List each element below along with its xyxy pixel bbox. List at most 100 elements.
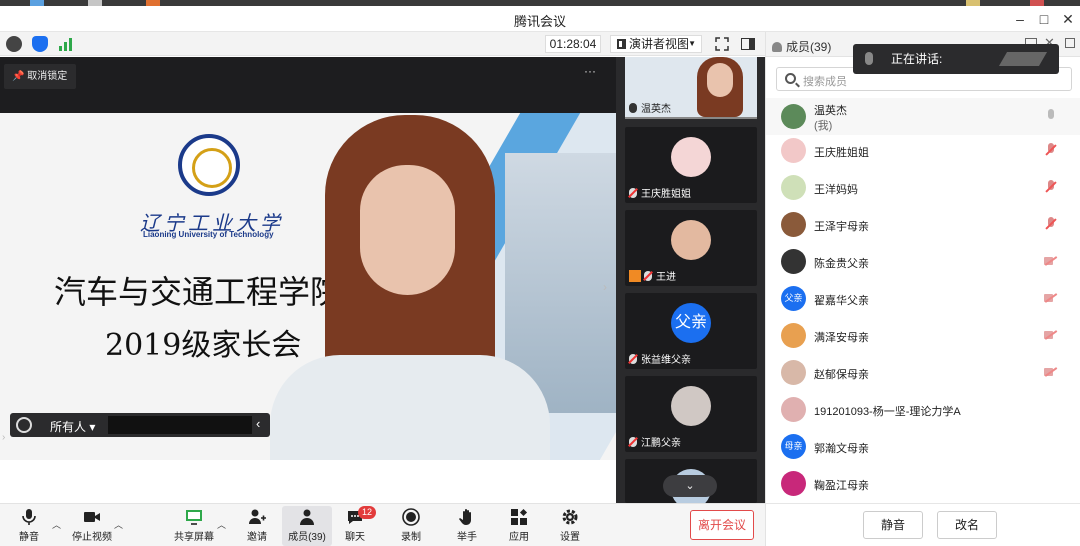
chat-label: 聊天 xyxy=(345,532,365,543)
collapse-chat-icon[interactable]: ‹ xyxy=(256,416,260,431)
settings-button[interactable]: 设置 xyxy=(545,506,595,546)
mute-all-button[interactable]: 静音 xyxy=(863,511,923,539)
chevron-right-icon[interactable]: › xyxy=(603,280,607,294)
camera-off-icon xyxy=(1044,256,1058,266)
thumbnail-self[interactable]: 温英杰 xyxy=(625,57,757,119)
mute-button[interactable]: 静音 xyxy=(4,506,54,546)
speaker-view-icon xyxy=(617,39,626,49)
member-name: 191201093-杨一坚-理论力学A xyxy=(814,406,961,418)
apps-label: 应用 xyxy=(509,532,529,543)
avatar xyxy=(781,138,806,163)
member-row[interactable]: 陈金贵父亲 xyxy=(766,243,1080,280)
close-icon[interactable]: ✕ xyxy=(1058,9,1078,29)
fullscreen-icon[interactable] xyxy=(714,36,730,52)
settings-label: 设置 xyxy=(560,532,580,543)
thumbnail[interactable]: 王庆胜姐姐 xyxy=(625,127,757,203)
search-icon xyxy=(785,73,796,84)
participant-thumbnails: 温英杰 王庆胜姐姐 王进 父亲 张益维父亲 江鹏父亲 ⌄ xyxy=(616,57,765,503)
apps-button[interactable]: 应用 xyxy=(494,506,544,546)
share-screen-button[interactable]: 共享屏幕 xyxy=(170,506,218,546)
camera-off-icon xyxy=(1044,367,1058,377)
scroll-down-button[interactable]: ⌄ xyxy=(663,475,717,497)
member-name: 王泽宇母亲 xyxy=(814,221,869,233)
thumbnail[interactable]: 父亲 张益维父亲 xyxy=(625,293,757,369)
member-name: 满泽安母亲 xyxy=(814,332,869,344)
thumbnail-name: 江鹏父亲 xyxy=(641,438,681,449)
record-icon xyxy=(402,508,420,526)
record-button[interactable]: 录制 xyxy=(386,506,436,546)
thumbnail[interactable]: 王进 xyxy=(625,210,757,286)
members-button[interactable]: 成员(39) xyxy=(282,506,332,546)
raise-hand-button[interactable]: 举手 xyxy=(442,506,492,546)
mic-icon xyxy=(865,52,873,65)
member-name: 翟嘉华父亲 xyxy=(814,295,869,307)
main-video-area[interactable]: 辽宁工业大学 Liaoning University of Technology… xyxy=(0,57,616,460)
share-screen-label: 共享屏幕 xyxy=(174,532,214,543)
speaker-name-redacted xyxy=(998,52,1048,66)
member-row[interactable]: 赵郁保母亲 xyxy=(766,354,1080,391)
member-row[interactable]: 父亲 翟嘉华父亲 xyxy=(766,280,1080,317)
chevron-down-icon: ▼ xyxy=(688,39,696,48)
unlock-button[interactable]: 📌 取消锁定 xyxy=(4,64,76,89)
chat-button[interactable]: 12 聊天 xyxy=(330,506,380,546)
member-row-self[interactable]: 温英杰 (我) xyxy=(766,98,1080,135)
avatar xyxy=(781,212,806,237)
camera-icon xyxy=(84,512,100,522)
gear-icon xyxy=(562,509,578,525)
chevron-left-icon[interactable]: › xyxy=(2,432,5,443)
member-name: 鞠盈江母亲 xyxy=(814,480,869,492)
member-row[interactable]: 鞠盈江母亲 xyxy=(766,465,1080,502)
leave-meeting-button[interactable]: 离开会议 xyxy=(690,510,754,540)
meeting-info-bar: 01:28:04 演讲者视图 ▼ xyxy=(0,32,765,56)
chat-input-bar: 所有人 ▾ ‹ xyxy=(10,413,270,437)
invite-button[interactable]: 邀请 xyxy=(232,506,282,546)
avatar xyxy=(781,397,806,422)
mic-icon xyxy=(629,103,637,113)
chevron-up-icon[interactable]: ︿ xyxy=(217,518,226,531)
avatar xyxy=(781,360,806,385)
user-icon xyxy=(772,42,782,52)
chevron-up-icon[interactable]: ︿ xyxy=(52,518,61,531)
members-panel-title: 成员(39) xyxy=(786,40,832,54)
stop-video-button[interactable]: 停止视频 xyxy=(64,506,120,546)
thumbnail[interactable]: 江鹏父亲 xyxy=(625,376,757,452)
chat-recipient-label: 所有人 xyxy=(50,420,87,434)
record-label: 录制 xyxy=(401,532,421,543)
mute-label: 静音 xyxy=(19,532,39,543)
member-name: 王洋妈妈 xyxy=(814,184,858,196)
rename-button[interactable]: 改名 xyxy=(937,511,997,539)
pin-icon: 📌 xyxy=(12,71,25,82)
more-options-icon[interactable]: ··· xyxy=(584,64,596,78)
info-icon[interactable] xyxy=(6,36,22,52)
apps-icon xyxy=(511,508,528,525)
member-row[interactable]: 王泽宇母亲 xyxy=(766,206,1080,243)
chat-input[interactable] xyxy=(108,416,252,434)
member-row[interactable]: 王庆胜姐姐 xyxy=(766,132,1080,169)
sidebar-toggle-icon[interactable] xyxy=(740,36,756,52)
mic-off-icon[interactable] xyxy=(1044,143,1058,157)
mic-off-icon[interactable] xyxy=(1044,180,1058,194)
mic-off-icon xyxy=(644,271,652,281)
member-row[interactable]: 满泽安母亲 xyxy=(766,317,1080,354)
member-row[interactable]: 王洋妈妈 xyxy=(766,169,1080,206)
emoji-icon[interactable] xyxy=(16,417,32,433)
avatar xyxy=(781,249,806,274)
chat-recipient-select[interactable]: 所有人 ▾ xyxy=(50,418,95,435)
avatar xyxy=(781,175,806,200)
maximize-icon[interactable]: □ xyxy=(1034,9,1054,29)
mic-off-icon[interactable] xyxy=(1044,217,1058,231)
members-label: 成员(39) xyxy=(288,532,326,543)
chevron-up-icon[interactable]: ︿ xyxy=(114,518,123,531)
view-mode-select[interactable]: 演讲者视图 ▼ xyxy=(610,35,702,53)
camera-off-icon xyxy=(1044,330,1058,340)
member-row[interactable]: 母亲 郭瀚文母亲 xyxy=(766,428,1080,465)
mic-off-icon xyxy=(629,437,637,447)
invite-label: 邀请 xyxy=(247,532,267,543)
member-row[interactable]: 191201093-杨一坚-理论力学A xyxy=(766,391,1080,428)
expand-panel-icon[interactable] xyxy=(1064,37,1076,52)
minimize-icon[interactable]: – xyxy=(1010,9,1030,29)
shield-icon[interactable] xyxy=(32,36,48,52)
mic-icon[interactable] xyxy=(1044,109,1058,123)
member-name: 王庆胜姐姐 xyxy=(814,147,869,159)
members-panel: 成员(39) ✕ 正在讲话: 搜索成员 温英杰 (我) 王庆胜姐姐 王洋妈妈 王… xyxy=(765,32,1080,546)
